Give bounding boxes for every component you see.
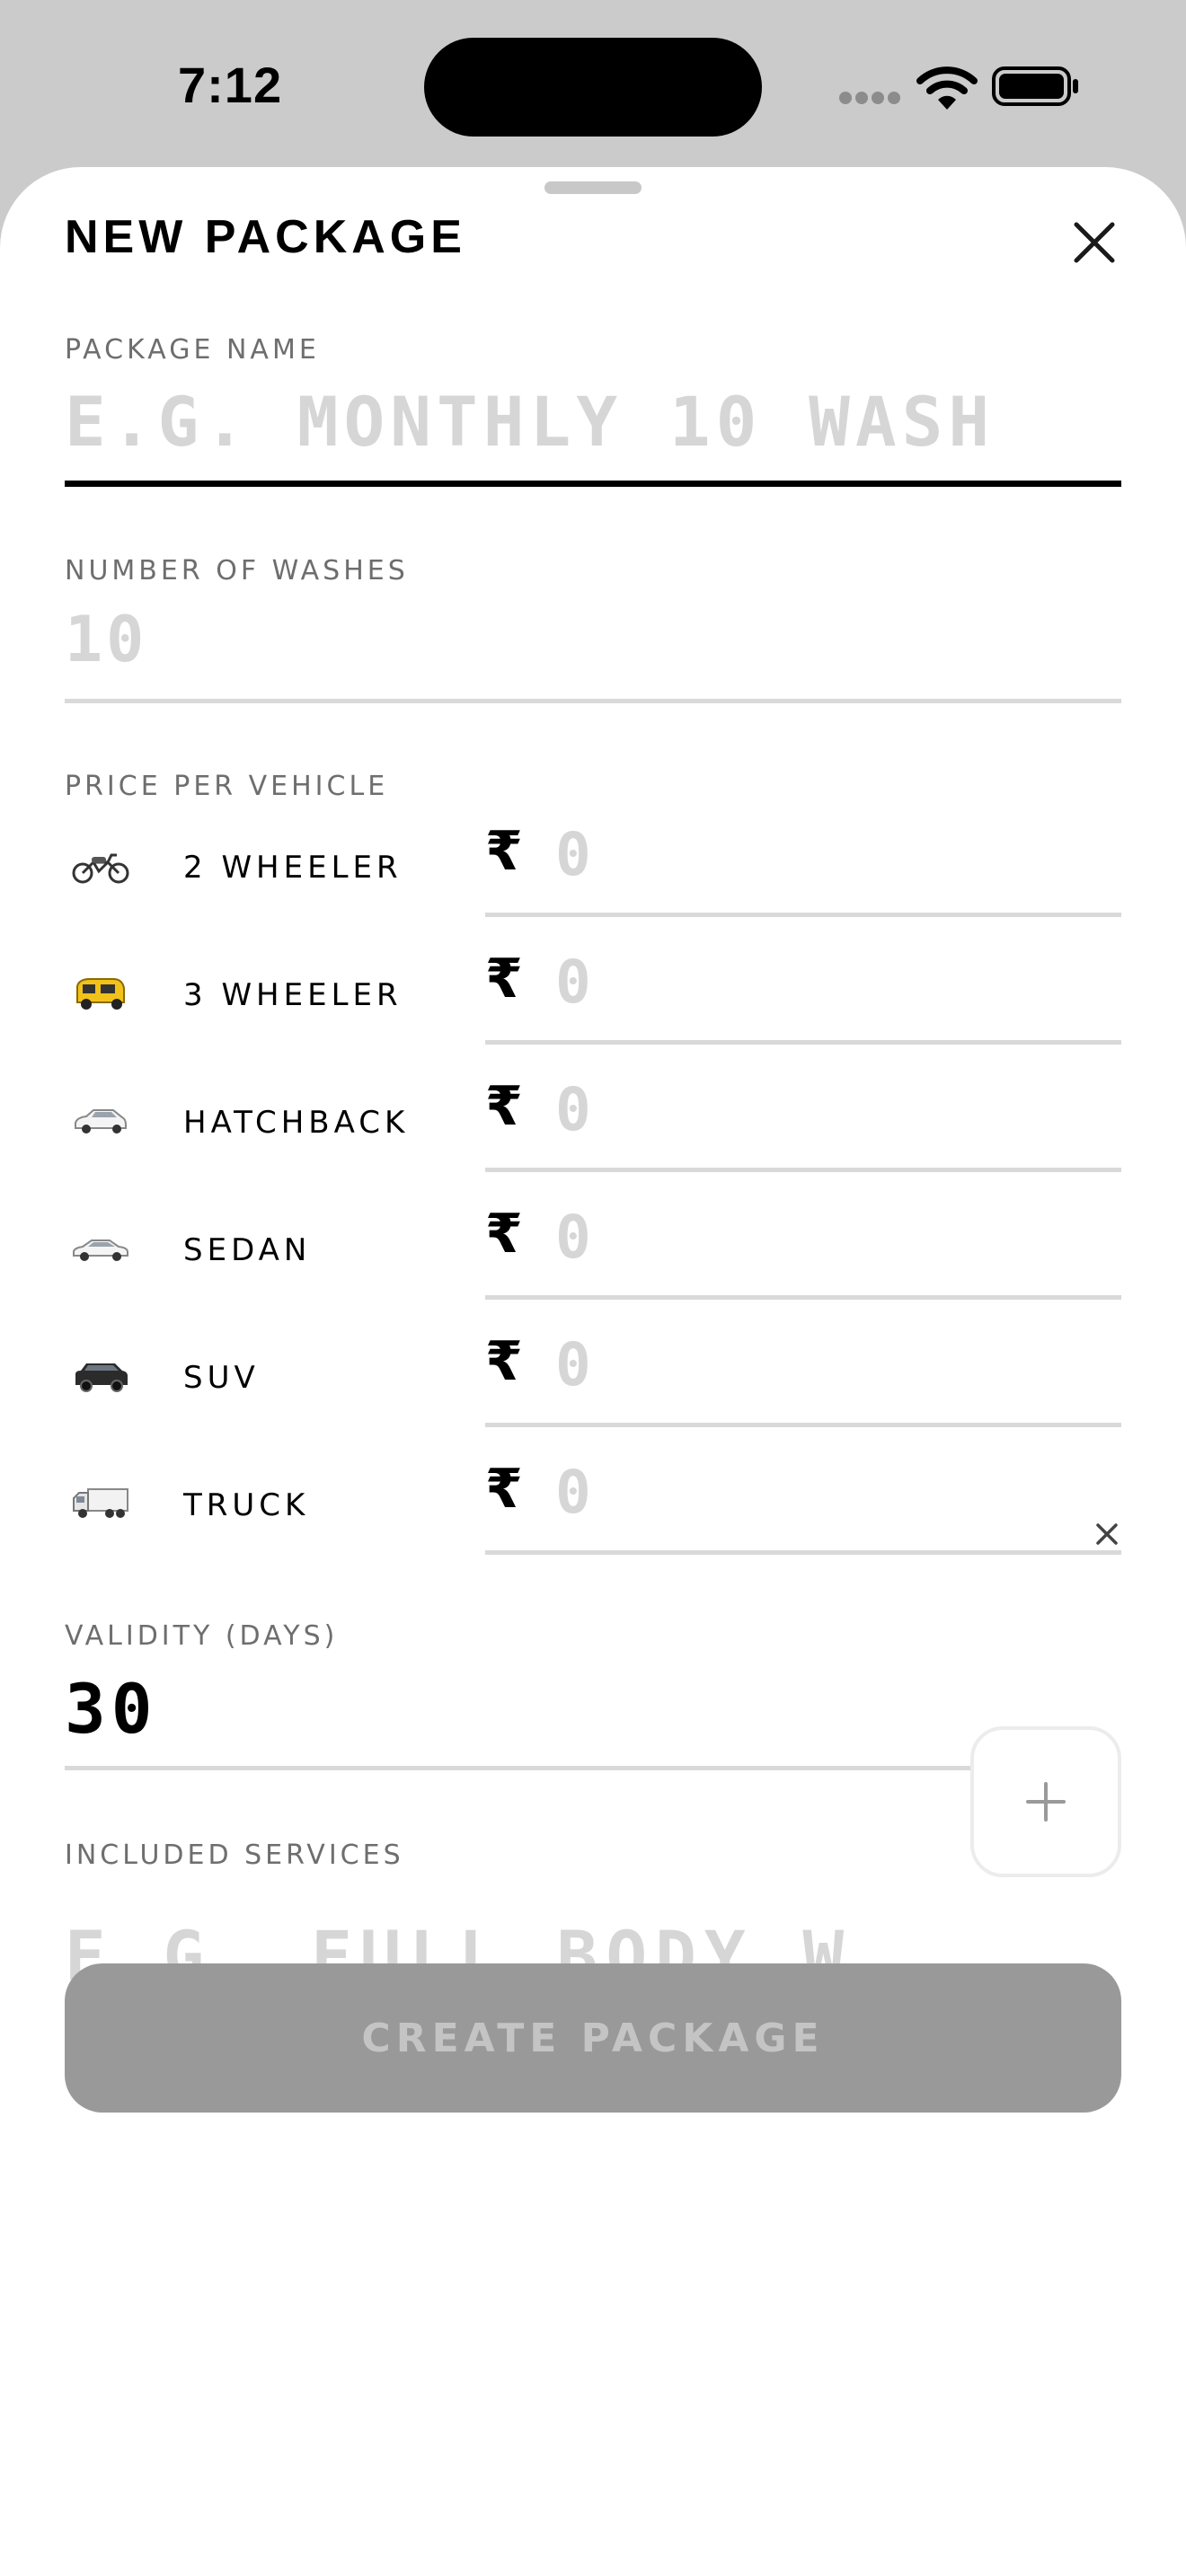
close-icon[interactable] [1064,212,1125,273]
suv-icon [75,1363,128,1392]
vehicle-label: 3 WHEELER [183,977,403,1013]
number-of-washes-label: NUMBER OF WASHES [65,555,409,587]
price-per-vehicle-label: PRICE PER VEHICLE [65,771,389,802]
cellular-signal-icon [839,92,900,104]
validity-label: VALIDITY (DAYS) [65,1620,339,1652]
motorcycle-icon [72,853,129,884]
price-underline [485,1040,1121,1045]
sheet-title: NEW PACKAGE [65,211,466,263]
rupee-symbol: ₹ [485,1075,523,1138]
auto-rickshaw-icon [76,978,125,1010]
price-input-2-wheeler[interactable] [555,823,1121,886]
hatchback-icon [75,1109,127,1134]
price-input-sedan[interactable] [555,1205,1121,1268]
price-underline [485,913,1121,917]
rupee-symbol: ₹ [485,1203,523,1266]
status-time: 7:12 [178,57,283,113]
price-underline [485,1295,1121,1300]
price-underline [485,1423,1121,1427]
add-service-button[interactable] [970,1726,1121,1877]
sheet-grabber[interactable] [544,181,642,194]
rupee-symbol: ₹ [485,948,523,1010]
vehicle-label: TRUCK [183,1487,310,1523]
package-name-underline [65,481,1121,487]
price-underline [485,1550,1121,1555]
package-name-label: PACKAGE NAME [65,334,320,366]
price-input-suv[interactable] [555,1333,1121,1396]
clear-icon[interactable] [1089,1516,1125,1552]
vehicle-label: SEDAN [183,1232,312,1268]
validity-input[interactable]: 30 [65,1669,158,1749]
create-package-button[interactable]: CREATE PACKAGE [65,1963,1121,2113]
included-services-label: INCLUDED SERVICES [65,1839,404,1871]
price-input-3-wheeler[interactable] [555,950,1121,1013]
price-input-hatchback[interactable] [555,1078,1121,1141]
price-input-truck[interactable] [555,1460,1121,1523]
validity-underline [65,1766,1121,1770]
vehicle-label: 2 WHEELER [183,850,403,886]
number-of-washes-underline [65,699,1121,703]
vehicle-label: HATCHBACK [183,1105,410,1141]
rupee-symbol: ₹ [485,820,523,883]
rupee-symbol: ₹ [485,1458,523,1521]
price-underline [485,1168,1121,1172]
battery-icon [992,66,1078,106]
rupee-symbol: ₹ [485,1330,523,1393]
plus-icon [1026,1782,1066,1822]
vehicle-label: SUV [183,1360,260,1396]
number-of-washes-input[interactable] [65,604,1121,675]
package-name-input[interactable] [65,381,1121,462]
truck-icon [73,1488,128,1518]
sedan-icon [73,1239,128,1261]
wifi-icon [916,66,978,110]
dynamic-island [424,38,762,137]
